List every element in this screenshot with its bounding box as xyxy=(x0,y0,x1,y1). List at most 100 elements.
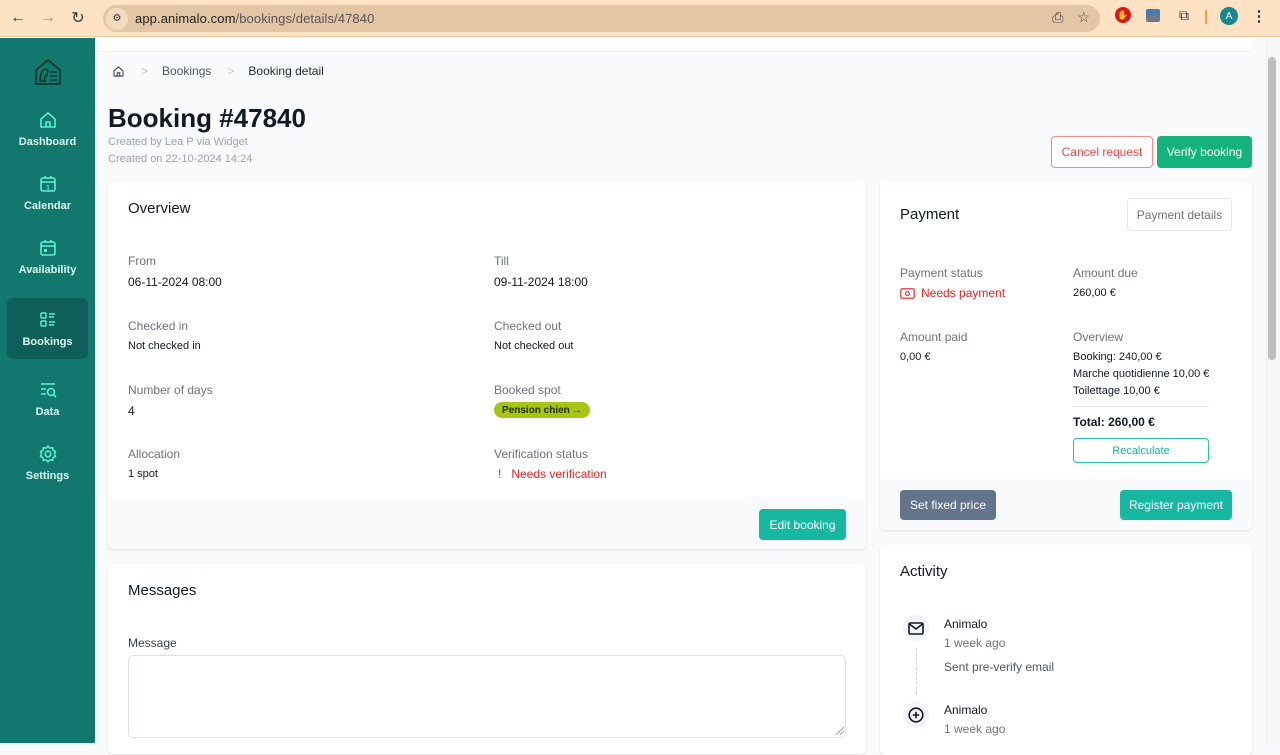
price-overview-label: Overview xyxy=(1073,330,1124,344)
message-label: Message xyxy=(128,636,177,650)
activity-timeline-connector xyxy=(916,648,917,694)
url-host: app.animalo.com xyxy=(135,11,236,26)
breadcrumb-current: Booking detail xyxy=(248,64,324,78)
arrow-right-icon: → xyxy=(571,404,582,416)
payment-status: Needs payment xyxy=(900,286,1005,300)
edit-booking-button[interactable]: Edit booking xyxy=(759,509,846,540)
checked-out-value: Not checked out xyxy=(494,340,574,352)
sidebar-item-label: Settings xyxy=(25,469,70,482)
price-line: Booking: 240,00 € xyxy=(1073,351,1162,363)
home-breadcrumb-icon[interactable] xyxy=(112,65,125,78)
plus-circle-icon xyxy=(903,702,929,728)
sidebar-item-availability[interactable]: Availability xyxy=(7,226,88,287)
verify-booking-button[interactable]: Verify booking xyxy=(1157,136,1252,168)
data-search-icon xyxy=(40,382,57,398)
verification-value: Needs verification xyxy=(511,467,607,481)
sidebar-item-calendar[interactable]: 1 Calendar xyxy=(7,162,88,223)
adblock-extension-icon[interactable]: ✋ xyxy=(1115,7,1131,23)
sidebar-item-data[interactable]: Data xyxy=(7,368,88,429)
booked-spot-name: Pension chien xyxy=(502,404,570,416)
sidebar-item-bookings[interactable]: Bookings xyxy=(7,298,88,359)
exclamation-icon: ! xyxy=(498,467,502,481)
messages-title: Messages xyxy=(128,582,197,599)
payment-details-button[interactable]: Payment details xyxy=(1127,198,1232,231)
allocation-label: Allocation xyxy=(128,447,181,461)
profile-avatar[interactable]: A xyxy=(1220,7,1238,25)
from-label: From xyxy=(128,254,156,268)
verification-status: ! Needs verification xyxy=(498,467,607,481)
amount-due-value: 260,00 € xyxy=(1073,287,1116,299)
booked-spot-label: Booked spot xyxy=(494,383,561,397)
checked-in-value: Not checked in xyxy=(128,340,201,352)
activity-author: Animalo xyxy=(944,617,988,631)
days-value: 4 xyxy=(128,404,135,418)
site-info-icon[interactable]: ⚙ xyxy=(106,7,128,30)
gear-icon xyxy=(39,444,56,463)
address-bar[interactable]: ⚙ app.animalo.com/bookings/details/47840… xyxy=(103,5,1100,32)
animalo-logo-icon[interactable] xyxy=(33,57,63,87)
chevron-right-icon: > xyxy=(227,64,235,78)
banknote-icon xyxy=(900,287,915,299)
payment-title: Payment xyxy=(900,206,960,223)
price-line: Toilettage 10,00 € xyxy=(1073,385,1160,397)
till-label: Till xyxy=(494,254,509,268)
reload-button[interactable]: ↻ xyxy=(63,3,93,33)
amount-paid-label: Amount paid xyxy=(900,330,968,344)
back-button[interactable]: ← xyxy=(3,3,33,33)
url-text[interactable]: app.animalo.com/bookings/details/47840 xyxy=(135,11,374,26)
textarea-resize-handle[interactable] xyxy=(836,727,844,735)
chevron-right-icon: > xyxy=(141,64,149,78)
booked-spot-badge[interactable]: Pension chien → xyxy=(494,402,590,418)
created-on-text: Created on 22-10-2024 14:24 xyxy=(108,153,253,165)
overview-title: Overview xyxy=(128,200,191,217)
payment-status-label: Payment status xyxy=(900,266,983,280)
set-fixed-price-button[interactable]: Set fixed price xyxy=(900,490,996,520)
sidebar-item-label: Dashboard xyxy=(18,135,77,148)
price-line: Marche quotidienne 10,00 € xyxy=(1073,368,1210,380)
calendar-availability-icon xyxy=(39,239,56,256)
scrollbar-thumb[interactable] xyxy=(1268,57,1276,360)
home-icon xyxy=(39,111,56,128)
checked-out-label: Checked out xyxy=(494,319,562,333)
sidebar-item-label: Data xyxy=(35,405,60,418)
sidebar-item-label: Availability xyxy=(18,263,77,276)
forward-button[interactable]: → xyxy=(33,3,63,33)
bookmark-star-icon[interactable]: ☆ xyxy=(1077,9,1090,26)
register-payment-button[interactable]: Register payment xyxy=(1120,490,1232,520)
cancel-request-button[interactable]: Cancel request xyxy=(1051,136,1153,168)
amount-paid-value: 0,00 € xyxy=(900,351,931,363)
url-path: /bookings/details/47840 xyxy=(235,11,375,26)
sidebar: Dashboard 1 Calendar Availability Bookin… xyxy=(0,38,95,743)
sidebar-item-label: Bookings xyxy=(22,335,73,348)
days-label: Number of days xyxy=(128,383,213,397)
overview-card xyxy=(108,182,866,549)
toolbar-divider xyxy=(1205,10,1207,24)
created-by-text: Created by Lea P via Widget xyxy=(108,136,248,148)
message-textarea[interactable] xyxy=(128,655,846,738)
checked-in-label: Checked in xyxy=(128,319,189,333)
recalculate-button[interactable]: Recalculate xyxy=(1073,438,1209,463)
breadcrumb: > Bookings > Booking detail xyxy=(112,64,324,78)
verification-label: Verification status xyxy=(494,447,589,461)
payment-status-value: Needs payment xyxy=(921,286,1006,300)
sidebar-item-settings[interactable]: Settings xyxy=(7,432,88,493)
page-title: Booking #47840 xyxy=(108,103,306,133)
extensions-puzzle-icon[interactable]: ⧉ xyxy=(1176,7,1192,23)
breadcrumb-bookings-link[interactable]: Bookings xyxy=(162,64,211,78)
price-total: Total: 260,00 € xyxy=(1073,415,1155,429)
sidebar-item-label: Calendar xyxy=(23,199,72,212)
activity-time: 1 week ago xyxy=(944,722,1006,736)
activity-text: Sent pre-verify email xyxy=(944,660,1055,674)
browser-toolbar: ← → ↻ ⚙ app.animalo.com/bookings/details… xyxy=(0,0,1280,37)
activity-author: Animalo xyxy=(944,703,988,717)
image-extension-icon[interactable] xyxy=(1146,9,1160,22)
sidebar-item-dashboard[interactable]: Dashboard xyxy=(7,98,88,159)
install-app-icon[interactable]: ⎙ xyxy=(1052,9,1063,26)
allocation-value: 1 spot xyxy=(128,468,158,480)
list-icon xyxy=(39,311,55,327)
amount-due-label: Amount due xyxy=(1073,266,1138,280)
overview-card-footer xyxy=(108,497,866,549)
browser-menu-icon[interactable]: ⋮ xyxy=(1252,7,1267,25)
activity-time: 1 week ago xyxy=(944,636,1006,650)
payment-card xyxy=(880,182,1252,530)
